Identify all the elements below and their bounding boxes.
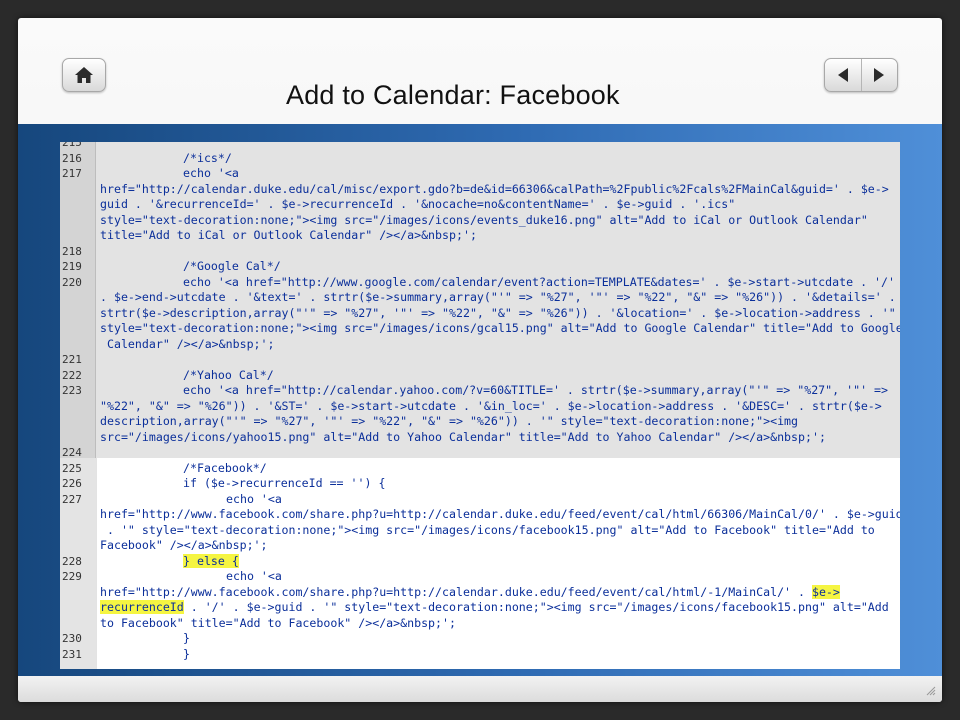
code-text: style="text-decoration:none;"><img src="… [100,321,900,335]
footer-bar [18,676,942,702]
code-text: guid . '&recurrenceId=' . $e->recurrence… [100,197,736,211]
highlighted-token: recurrenceId [100,600,184,614]
code-line: src="/images/icons/yahoo15.png" alt="Add… [60,430,900,446]
line-number: 221 [62,353,82,366]
code-text: recurrenceId . '/' . $e->guid . '" style… [100,600,889,614]
code-text: description,array("'" => "%27", '"' => "… [100,414,799,428]
line-number: 229 [62,570,82,583]
line-number: 219 [62,260,82,273]
code-line: . $e->end->utcdate . '&text=' . strtr($e… [60,290,900,306]
code-text: echo '<a [183,166,239,180]
home-button[interactable] [62,58,106,92]
line-number: 222 [62,368,82,382]
code-line: 218 [60,244,900,260]
line-number: 230 [62,632,82,645]
code-line: 216 /*ics*/ [60,151,900,167]
code-line: 221 [60,352,900,368]
code-line: recurrenceId . '/' . $e->guid . '" style… [60,600,900,616]
code-line: description,array("'" => "%27", '"' => "… [60,414,900,430]
line-number: 220 [62,275,82,289]
code-text: strtr($e->description,array("'" => "%27"… [100,305,896,320]
code-text: echo '<a href="http://calendar.yahoo.com… [183,383,888,397]
line-number: 218 [62,244,82,258]
code-screenshot: 215 216/*ics*/217 echo '<a href="http://cal… [60,142,900,669]
code-line: style="text-decoration:none;"><img src="… [60,213,900,229]
slide: Add to Calendar: Facebook 215 216/*ics*/2… [18,18,942,702]
highlighted-token: } else { [183,553,239,568]
code-line: href="http://www.facebook.com/share.php?… [60,507,900,523]
line-number: 223 [62,384,82,397]
highlighted-token: $e-> [811,584,840,599]
code-text: src="/images/icons/yahoo15.png" alt="Add… [100,429,826,444]
code-text: . '" style="text-decoration:none;"><img … [100,522,875,537]
line-number: 215 [62,142,82,149]
code-text: style="text-decoration:none;"><img src="… [100,212,868,227]
line-number: 226 [62,477,82,490]
code-text: /*Yahoo Cal*/ [183,367,274,382]
code-line: to Facebook" title="Add to Facebook" /><… [60,616,900,632]
code-text: href="http://www.facebook.com/share.php?… [100,584,840,599]
prev-button[interactable] [825,59,861,91]
code-text: href="http://calendar.duke.edu/cal/misc/… [100,181,889,196]
code-line: Facebook" /></a>&nbsp;'; [60,538,900,554]
next-button[interactable] [860,59,898,91]
code-text: Calendar" /></a>&nbsp;'; [100,336,275,351]
code-text: title="Add to iCal or Outlook Calendar" … [100,228,477,242]
code-line: 215 [60,142,900,151]
code-text: if ($e->recurrenceId == '') { [183,476,386,490]
line-number: 227 [62,492,82,506]
line-number: 231 [62,647,82,661]
code-text: href="http://www.facebook.com/share.php?… [100,507,900,521]
code-line: 228 } else { [60,553,900,570]
code-text: echo '<a [226,491,282,506]
code-line: guid . '&recurrenceId=' . $e->recurrence… [60,197,900,213]
code-line: 223 echo '<a href="http://calendar.yahoo.… [60,383,900,399]
line-number: 217 [62,167,82,180]
code-line: href="http://www.facebook.com/share.php?… [60,584,900,601]
code-line: . '" style="text-decoration:none;"><img … [60,523,900,539]
code-text: . $e->end->utcdate . '&text=' . strtr($e… [100,290,896,304]
code-text: } else { [183,553,239,570]
code-text: Facebook" /></a>&nbsp;'; [100,538,268,552]
code-line: 222 /*Yahoo Cal*/ [60,368,900,384]
code-text: /*ics*/ [183,150,232,165]
line-number: 224 [62,446,82,459]
code-line: Calendar" /></a>&nbsp;'; [60,337,900,353]
code-text: /*Facebook*/ [183,460,267,475]
code-line: 230} [60,631,900,647]
code-line: style="text-decoration:none;"><img src="… [60,321,900,337]
line-number: 228 [62,554,82,568]
line-number: 216 [62,151,82,165]
code-line: 225 /*Facebook*/ [60,461,900,477]
code-line: href="http://calendar.duke.edu/cal/misc/… [60,182,900,198]
code-line: 217 echo '<a [60,166,900,182]
slide-title: Add to Calendar: Facebook [286,80,620,110]
code-line: 231} [60,647,900,663]
code-text: } [183,631,190,645]
home-icon [75,67,93,83]
code-line: 224 [60,445,900,461]
code-line: "%22", "&" => "%26")) . '&ST=' . $e->sta… [60,399,900,415]
code-line: 219 /*Google Cal*/ [60,259,900,275]
resize-grip-icon [926,686,936,696]
code-line: strtr($e->description,array("'" => "%27"… [60,306,900,322]
code-line: 220 echo '<a href="http://www.google.com/… [60,275,900,291]
code-text: echo '<a href="http://www.google.com/cal… [183,274,895,289]
code-text: } [183,646,190,661]
code-line: title="Add to iCal or Outlook Calendar" … [60,228,900,244]
code-text: echo '<a [226,569,282,583]
prev-arrow-icon [837,68,848,82]
code-text: "%22", "&" => "%26")) . '&ST=' . $e->sta… [100,398,882,413]
next-arrow-icon [874,68,885,82]
code-line: 226 if ($e->recurrenceId == '') { [60,476,900,492]
prev-next-buttons [824,58,898,92]
code-line: 227 echo '<a [60,492,900,508]
code-text: to Facebook" title="Add to Facebook" /><… [100,615,456,630]
code-text: /*Google Cal*/ [183,259,281,273]
line-number: 225 [62,461,82,475]
code-line: 229 echo '<a [60,569,900,585]
